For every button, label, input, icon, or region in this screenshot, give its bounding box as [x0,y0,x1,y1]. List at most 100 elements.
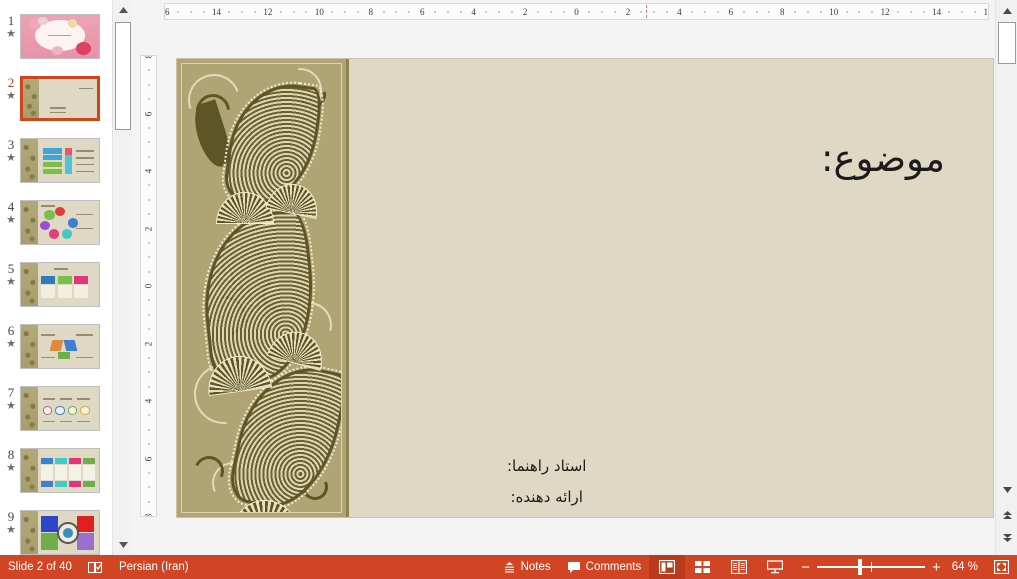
zoom-slider[interactable] [817,555,925,579]
previous-slide-button[interactable] [997,505,1017,525]
vertical-ruler[interactable]: 864202468 [140,55,157,517]
decorative-paisley-band [177,59,349,517]
ruler-minor-tick [602,11,603,13]
ruler-minor-tick [148,185,150,186]
thumbnail-gutter-2: 2 ★ [0,76,20,102]
ruler-minor-tick [148,127,150,128]
animation-star-icon: ★ [6,525,16,537]
slide-indicator[interactable]: Slide 2 of 40 [0,555,80,579]
ruler-minor-tick [293,11,294,13]
notes-label: Notes [521,561,551,573]
comment-icon [567,561,581,574]
thumbnail-scroll-thumb[interactable] [115,22,131,130]
thumbnail-slide-3[interactable]: 3 ★ [0,138,112,183]
ruler-minor-tick [345,11,346,13]
animation-star-icon: ★ [6,91,16,103]
main-vertical-scrollbar[interactable] [995,0,1017,555]
thumbnail-slide-7[interactable]: 7 ★ [0,386,112,431]
thumbnail-pane-scrollbar[interactable] [112,0,132,555]
animation-star-icon: ★ [6,277,16,289]
ruler-tick-label: 2 [626,4,631,19]
thumbnail-number-9: 9 [8,510,15,524]
zoom-out-button[interactable]: − [801,559,810,576]
ruler-minor-tick [795,11,796,13]
ruler-minor-tick [859,11,860,13]
thumbnail-slide-6[interactable]: 6 ★ [0,324,112,369]
zoom-level-label[interactable]: 64 % [952,561,978,573]
ruler-minor-tick [435,11,436,13]
powerpoint-window: 1 ★ 2 ★ [0,0,1017,579]
thumbnail-image-2[interactable] [20,76,100,121]
ruler-minor-tick [962,11,963,13]
reading-view-button[interactable] [721,555,757,579]
thumbnail-image-1[interactable] [20,14,100,59]
ruler-tick-label: 2 [523,4,528,19]
language-label: Persian (Iran) [119,561,189,573]
slide-title-text[interactable]: موضوع: [821,137,945,180]
thumbnail-image-9[interactable] [20,510,100,555]
ruler-minor-tick [537,11,538,13]
ruler-minor-tick [177,11,178,13]
slide-editing-canvas[interactable]: موضوع: استاد راهنما: ارائه دهنده: [176,58,994,518]
slide-sorter-view-button[interactable] [685,555,721,579]
ruler-minor-tick [148,487,150,488]
scroll-up-button[interactable] [997,1,1017,21]
ruler-minor-tick [615,11,616,13]
ruler-minor-tick [666,11,667,13]
ruler-minor-tick [897,11,898,13]
ruler-minor-tick [148,501,150,502]
fit-to-window-button[interactable] [986,555,1017,579]
next-slide-button[interactable] [997,528,1017,548]
slide-subtitle-block[interactable]: استاد راهنما: ارائه دهنده: [507,451,586,513]
main-scroll-thumb[interactable] [998,22,1016,64]
zoom-control[interactable]: − + 64 % [793,555,986,579]
notes-button[interactable]: Notes [495,555,559,579]
slide-show-button[interactable] [757,555,793,579]
language-indicator[interactable]: Persian (Iran) [111,555,197,579]
ruler-minor-tick [148,257,150,258]
ruler-minor-tick [332,11,333,13]
ruler-minor-tick [910,11,911,13]
comments-label: Comments [586,561,642,573]
horizontal-ruler[interactable]: 1614121086420246810121416 [164,3,989,20]
thumbnail-image-8[interactable] [20,448,100,493]
ruler-minor-tick [203,11,204,13]
thumbnail-image-7[interactable] [20,386,100,431]
ruler-margin-marker[interactable] [646,5,647,18]
thumbnail-image-5[interactable] [20,262,100,307]
thumbnail-image-4[interactable] [20,200,100,245]
thumbnail-image-3[interactable] [20,138,100,183]
thumbnail-number-6: 6 [8,324,15,338]
thumbnail-gutter-7: 7 ★ [0,386,20,412]
thumbnail-slide-5[interactable]: 5 ★ [0,262,112,307]
thumbnail-scroll-down-button[interactable] [113,535,133,555]
thumbnail-slide-8[interactable]: 8 ★ [0,448,112,493]
ruler-minor-tick [743,11,744,13]
ruler-minor-tick [563,11,564,13]
ruler-tick-label: 8 [780,4,785,19]
ruler-tick-label: 14 [932,4,941,19]
ruler-tick-label: 0 [574,4,579,19]
thumbnail-gutter-8: 8 ★ [0,448,20,474]
ruler-minor-tick [148,314,150,315]
thumbnail-image-6[interactable] [20,324,100,369]
ruler-minor-tick [148,70,150,71]
supervisor-line: استاد راهنما: [507,451,586,482]
thumbnail-scroll-up-button[interactable] [113,0,133,20]
thumbnail-slide-9[interactable]: 9 ★ [0,510,112,555]
status-bar: Slide 2 of 40 Persian (Iran) [0,555,1017,579]
ruler-minor-tick [396,11,397,13]
ruler-tick-label: 16 [164,4,170,19]
ruler-minor-tick [872,11,873,13]
ruler-minor-tick [975,11,976,13]
zoom-slider-handle[interactable] [858,559,862,575]
ruler-minor-tick [148,99,150,100]
scroll-down-button[interactable] [997,480,1017,500]
thumbnail-slide-2[interactable]: 2 ★ [0,76,112,121]
proofing-status-button[interactable] [80,555,111,579]
thumbnail-slide-4[interactable]: 4 ★ [0,200,112,245]
comments-button[interactable]: Comments [559,555,650,579]
thumbnail-slide-1[interactable]: 1 ★ [0,14,112,59]
zoom-in-button[interactable]: + [932,559,941,576]
normal-view-button[interactable] [649,555,685,579]
